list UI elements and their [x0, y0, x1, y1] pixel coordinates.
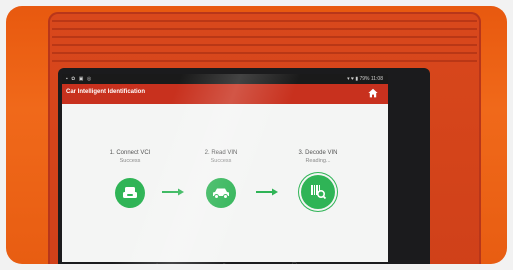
- status-bar: ▪ ✿ ▣ ◎ ▾ ♥ ▮ 79% 11:08: [62, 74, 388, 84]
- step-3-label: 3. Decode VIN: [298, 150, 338, 156]
- step-1-vci-icon: [115, 178, 145, 208]
- tablet-bezel: ▪ ✿ ▣ ◎ ▾ ♥ ▮ 79% 11:08 Car Intelligent …: [58, 68, 430, 264]
- home-nav-icon[interactable]: ○: [222, 262, 226, 264]
- arrow-1-icon: [162, 188, 184, 196]
- arrow-2-icon: [256, 188, 278, 196]
- recents-icon[interactable]: □: [292, 262, 296, 264]
- decode-icon: [311, 185, 327, 200]
- car-icon: [213, 188, 229, 199]
- home-icon[interactable]: [368, 88, 378, 98]
- vci-icon: [123, 187, 137, 198]
- photo-background: ▪ ✿ ▣ ◎ ▾ ♥ ▮ 79% 11:08 Car Intelligent …: [6, 6, 507, 264]
- app-title: Car Intelligent Identification: [66, 89, 146, 95]
- step-2-status: Success: [210, 158, 232, 164]
- step-1-label: 1. Connect VCI: [109, 150, 151, 156]
- step-2-car-icon: [206, 178, 236, 208]
- status-right-info: ▾ ♥ ▮ 79% 11:08: [347, 76, 383, 82]
- step-1-status: Success: [119, 158, 141, 164]
- app-title-bar: Car Intelligent Identification: [62, 84, 388, 104]
- step-2-label: 2. Read VIN: [204, 150, 238, 156]
- back-icon[interactable]: ◁: [152, 262, 157, 264]
- status-left-icons: ▪ ✿ ▣ ◎: [66, 76, 93, 82]
- step-3-status: Reading...: [305, 158, 331, 164]
- step-3-decode-icon: [301, 175, 335, 209]
- android-nav-bar: ◁ ○ □: [62, 262, 388, 264]
- tablet-screen: ▪ ✿ ▣ ◎ ▾ ♥ ▮ 79% 11:08 Car Intelligent …: [62, 74, 388, 264]
